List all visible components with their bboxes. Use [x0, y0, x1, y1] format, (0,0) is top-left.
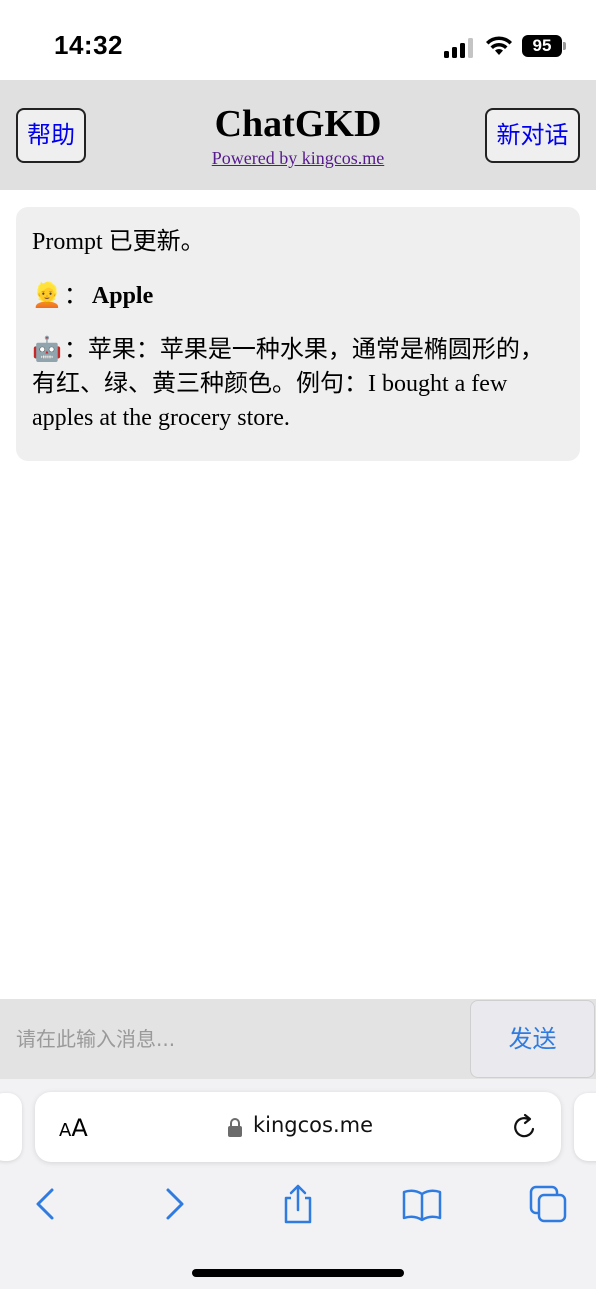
system-message: Prompt 已更新。 — [32, 229, 205, 255]
chat-history: Prompt 已更新。 👱： Apple 🤖：苹果：苹果是一种水果，通常是椭圆形的… — [16, 207, 580, 461]
message-input-bar: 发送 — [0, 999, 596, 1079]
tabs-icon[interactable] — [528, 1184, 568, 1224]
bot-avatar-icon: 🤖 — [32, 337, 62, 363]
bookmarks-icon[interactable] — [402, 1184, 442, 1224]
new-chat-button[interactable]: 新对话 — [485, 108, 580, 163]
battery-tip — [563, 42, 566, 50]
address-bar[interactable]: AA kingcos.me — [35, 1092, 561, 1162]
aa-small-glyph: A — [59, 1120, 72, 1141]
back-icon[interactable] — [26, 1184, 66, 1224]
send-button[interactable]: 发送 — [470, 1000, 595, 1078]
status-time: 14:32 — [54, 30, 123, 60]
bot-separator: ： — [63, 337, 88, 363]
signal-icon — [444, 38, 473, 58]
bot-message-text: 苹果：苹果是一种水果，通常是椭圆形的，有红、绿、黄三种颜色。例句：I bough… — [32, 337, 544, 431]
next-tab-peek[interactable] — [574, 1093, 596, 1161]
share-icon[interactable] — [278, 1184, 318, 1224]
user-message-text: Apple — [91, 283, 154, 309]
reload-icon[interactable] — [511, 1113, 539, 1141]
forward-icon[interactable] — [154, 1184, 194, 1224]
battery-level: 95 — [522, 35, 562, 57]
bot-message: 🤖：苹果：苹果是一种水果，通常是椭圆形的，有红、绿、黄三种颜色。例句：I bou… — [32, 333, 564, 435]
user-separator: ： — [63, 283, 88, 309]
user-avatar-icon: 👱 — [32, 283, 62, 309]
page-settings-button[interactable]: AA — [59, 1114, 88, 1142]
previous-tab-peek[interactable] — [0, 1093, 22, 1161]
status-bar: 14:32 95 — [0, 0, 596, 80]
aa-big-glyph: A — [71, 1114, 88, 1142]
home-indicator — [192, 1269, 404, 1277]
message-input[interactable] — [0, 999, 470, 1079]
battery-icon: 95 — [522, 35, 566, 57]
app-header: 帮助 ChatGKD Powered by kingcos.me 新对话 — [0, 80, 596, 190]
browser-toolbar: AA kingcos.me — [0, 1079, 596, 1289]
user-message: 👱： Apple — [32, 279, 564, 313]
url-text: kingcos.me — [253, 1113, 374, 1137]
wifi-icon — [486, 36, 512, 55]
lock-icon — [228, 1118, 242, 1137]
